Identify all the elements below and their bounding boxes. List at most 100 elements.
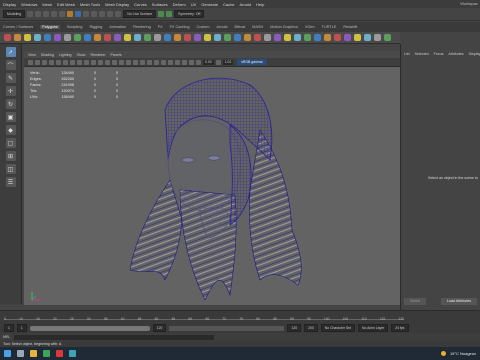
delete-history-icon[interactable] (284, 34, 291, 41)
merge-icon[interactable] (154, 34, 161, 41)
end-time-field[interactable]: 200 (304, 324, 318, 332)
workspace-label[interactable]: Workspac (460, 1, 478, 6)
menu-item-mesh-display[interactable]: Mesh Display (105, 2, 129, 7)
retopo-icon[interactable] (204, 34, 211, 41)
textured-icon[interactable] (126, 59, 131, 65)
color-space-dropdown[interactable]: sRGB gamma (237, 59, 267, 65)
select-component-icon[interactable] (83, 11, 90, 17)
task-view-icon[interactable] (17, 350, 24, 357)
shelf-tab-fx-caching[interactable]: FX Caching (170, 25, 190, 29)
attr-tab-selected[interactable]: Selected (415, 52, 429, 56)
four-view-icon[interactable]: ⊞ (5, 151, 16, 161)
texture-icon[interactable] (304, 34, 311, 41)
fps-dropdown[interactable]: 24 fps (391, 324, 409, 332)
plane-icon[interactable] (44, 34, 51, 41)
graph-editor-icon[interactable] (384, 34, 391, 41)
start-time-field[interactable]: 1 (4, 324, 14, 332)
symmetrize-icon[interactable] (224, 34, 231, 41)
render-settings-icon[interactable] (344, 34, 351, 41)
wire-on-shaded-icon[interactable] (119, 59, 124, 65)
xgen-icon[interactable] (354, 34, 361, 41)
xray-icon[interactable] (175, 59, 180, 65)
sphere-icon[interactable] (4, 34, 11, 41)
scale-tool-icon[interactable]: ▣ (5, 112, 16, 122)
shelf-tab-mash[interactable]: MASH (252, 25, 263, 29)
quadrangulate-icon[interactable] (254, 34, 261, 41)
anti-aliasing-icon[interactable] (161, 59, 166, 65)
uv-editor-icon[interactable] (184, 34, 191, 41)
snap-point-icon[interactable] (107, 11, 114, 17)
menu-item-cache[interactable]: Cache (223, 2, 235, 7)
render-icon[interactable] (158, 11, 165, 17)
menu-item-display[interactable]: Display (3, 2, 16, 7)
exposure-field[interactable]: 0.00 (203, 59, 214, 65)
shadows-icon[interactable] (140, 59, 145, 65)
lights-icon[interactable] (133, 59, 138, 65)
cube-icon[interactable] (14, 34, 21, 41)
grid-icon[interactable] (56, 59, 61, 65)
select-hierarchy-icon[interactable] (67, 11, 74, 17)
xray-joints-icon[interactable] (182, 59, 187, 65)
redo-icon[interactable] (59, 11, 66, 17)
image-plane-icon[interactable] (49, 59, 54, 65)
menu-item-edit-mesh[interactable]: Edit Mesh (57, 2, 75, 7)
weather-label[interactable]: 19°C Nuageux (450, 351, 476, 356)
rotate-tool-icon[interactable]: ↻ (5, 99, 16, 109)
range-bar[interactable] (29, 325, 150, 331)
multi-cut-icon[interactable] (134, 34, 141, 41)
freeze-transform-icon[interactable] (274, 34, 281, 41)
select-tool-icon[interactable]: ➚ (5, 47, 16, 57)
sculpt-icon[interactable] (194, 34, 201, 41)
shelf-tab-turtle[interactable]: TURTLE (322, 25, 337, 29)
center-pivot-icon[interactable] (264, 34, 271, 41)
shelf-tab-redshift[interactable]: Redshift (343, 25, 357, 29)
shelf-tab-rigging[interactable]: Rigging (89, 25, 102, 29)
shelf-tab-polygons[interactable]: Polygons (40, 25, 60, 29)
cylinder-icon[interactable] (24, 34, 31, 41)
undo-icon[interactable] (51, 11, 58, 17)
menu-item-mesh-tools[interactable]: Mesh Tools (80, 2, 100, 7)
opera-icon[interactable] (56, 350, 63, 357)
side-by-side-icon[interactable]: ◫ (5, 164, 16, 174)
snap-grid-icon[interactable] (91, 11, 98, 17)
file-explorer-icon[interactable] (30, 350, 37, 357)
playback-end-field[interactable]: 120 (287, 324, 302, 332)
symmetry-dropdown[interactable]: Symmetry: Off (174, 10, 205, 18)
attr-tab-attributes[interactable]: Attributes (448, 52, 463, 56)
separate-icon[interactable] (84, 34, 91, 41)
panel-menu-panels[interactable]: Panels (111, 53, 122, 57)
menu-item-uv[interactable]: UV (191, 2, 197, 7)
resolution-gate-icon[interactable] (70, 59, 75, 65)
render-view-icon[interactable] (334, 34, 341, 41)
shelf-tab-arnold[interactable]: Arnold (217, 25, 228, 29)
menu-item-curves[interactable]: Curves (134, 2, 147, 7)
move-tool-icon[interactable]: ✛ (5, 86, 16, 96)
chrome-icon[interactable] (43, 350, 50, 357)
open-scene-icon[interactable] (35, 11, 42, 17)
hypershade-icon[interactable] (324, 34, 331, 41)
append-icon[interactable] (124, 34, 131, 41)
cone-icon[interactable] (34, 34, 41, 41)
load-attributes-button[interactable]: Load Attributes (441, 298, 477, 305)
gamma-icon[interactable] (215, 59, 221, 65)
last-tool-icon[interactable]: ◆ (5, 125, 16, 135)
edge-loop-icon[interactable] (144, 34, 151, 41)
attr-tab-focus[interactable]: Focus (434, 52, 444, 56)
safe-action-icon[interactable] (91, 59, 96, 65)
shelf-tab-animation[interactable]: Animation (109, 25, 126, 29)
shelf-tab-fx[interactable]: FX (158, 25, 163, 29)
shelf-tab-custom[interactable]: Custom (196, 25, 209, 29)
attr-tab-list[interactable]: List (404, 52, 410, 56)
bridge-icon[interactable] (114, 34, 121, 41)
menu-item-help[interactable]: Help (256, 2, 264, 7)
save-scene-icon[interactable] (43, 11, 50, 17)
character-set-dropdown[interactable]: No Character Set (320, 324, 355, 332)
ambient-occlusion-icon[interactable] (147, 59, 152, 65)
select-object-icon[interactable] (75, 11, 82, 17)
shelf-tab-rendering[interactable]: Rendering (133, 25, 151, 29)
menu-item-mesh[interactable]: Mesh (42, 2, 52, 7)
field-chart-icon[interactable] (84, 59, 89, 65)
windows-start-icon[interactable] (4, 350, 11, 357)
backface-icon[interactable] (189, 59, 194, 65)
shelf-tab-curves-surfaces[interactable]: Curves / Surfaces (3, 25, 33, 29)
